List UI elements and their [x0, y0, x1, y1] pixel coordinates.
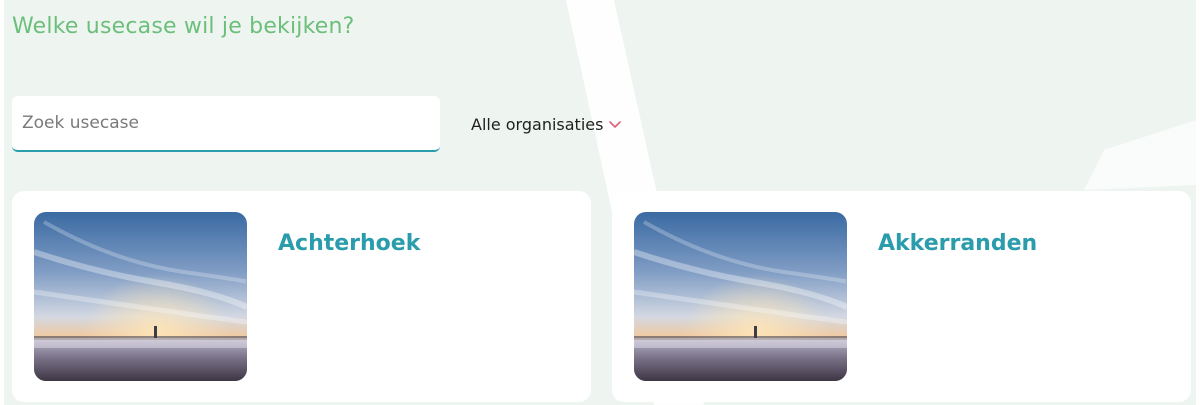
usecase-card-title: Akkerranden	[878, 231, 1038, 256]
usecase-card-image	[34, 212, 247, 381]
usecase-card[interactable]: Achterhoek	[12, 191, 591, 402]
search-input[interactable]	[12, 96, 440, 150]
organisation-filter-dropdown[interactable]: Alle organisaties	[471, 115, 622, 134]
page-title: Welke usecase wil je bekijken?	[12, 14, 355, 39]
usecase-card-image	[634, 212, 847, 381]
chevron-down-icon	[609, 120, 622, 129]
search-box[interactable]	[12, 96, 440, 152]
usecase-page: Welke usecase wil je bekijken? Alle orga…	[4, 0, 1196, 405]
usecase-card[interactable]: Akkerranden	[612, 191, 1191, 402]
organisation-filter-label: Alle organisaties	[471, 115, 604, 134]
usecase-card-title: Achterhoek	[278, 231, 421, 256]
